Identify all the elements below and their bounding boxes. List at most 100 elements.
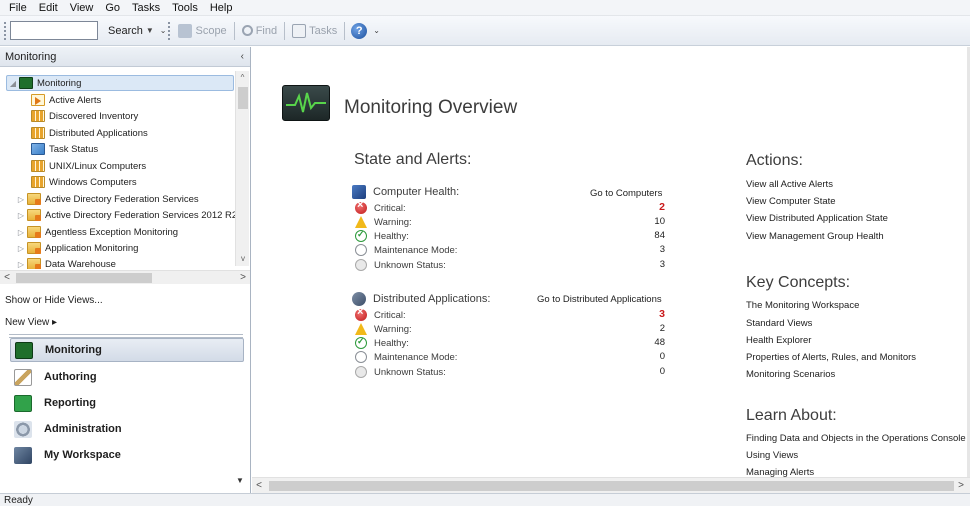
da-maintenance-count[interactable]: 0 [635,351,665,362]
da-critical-count[interactable]: 3 [635,308,665,320]
go-to-distributed-apps-link[interactable]: Go to Distributed Applications [537,294,662,305]
tree-item-active-alerts[interactable]: Active Alerts [19,92,101,108]
tree-expanded-icon[interactable]: ◢ [7,79,19,88]
menu-file[interactable]: File [3,0,33,16]
tree-collapsed-icon[interactable]: ▷ [15,244,27,253]
tree-item-adfs-2012-r2[interactable]: ▷ Active Directory Federation Services 2… [15,207,237,223]
computer-healthy-count[interactable]: 84 [635,230,665,241]
tree-item-distributed-applications[interactable]: Distributed Applications [19,125,148,141]
tree-collapsed-icon[interactable]: ▷ [15,228,27,237]
find-label: Find [255,24,278,37]
tree-item-discovered-inventory[interactable]: Discovered Inventory [19,108,138,124]
scroll-down-icon[interactable]: v [236,252,250,266]
tree-horizontal-scrollbar[interactable]: < > [0,270,250,284]
tree-item-monitoring[interactable]: ◢ Monitoring [6,75,234,91]
workspace-overflow-icon[interactable]: ▼ [236,476,244,485]
tree-item-windows-computers[interactable]: Windows Computers [19,174,137,190]
workspace-authoring-button[interactable]: Authoring [10,365,244,389]
view-links: Show or Hide Views... New View ▸ [5,295,103,339]
folder-icon [27,258,41,269]
action-link[interactable]: View all Active Alerts [746,179,833,190]
computer-maintenance-count[interactable]: 3 [635,244,665,255]
action-link[interactable]: View Management Group Health [746,231,884,242]
concept-link[interactable]: Properties of Alerts, Rules, and Monitor… [746,352,916,363]
menu-view[interactable]: View [64,0,100,16]
menu-go[interactable]: Go [99,0,126,16]
help-icon[interactable]: ? [351,22,368,39]
actions-heading: Actions: [746,152,803,169]
tree-item-adfs[interactable]: ▷ Active Directory Federation Services [15,191,199,207]
toolbar-grip[interactable] [4,21,7,40]
da-unknown-count[interactable]: 0 [635,366,665,377]
tree-collapsed-icon[interactable]: ▷ [15,260,27,269]
menu-tools[interactable]: Tools [166,0,204,16]
folder-icon [27,209,41,221]
tree-item-task-status[interactable]: Task Status [19,141,98,157]
menu-help[interactable]: Help [204,0,239,16]
tree-collapsed-icon[interactable]: ▷ [15,195,27,204]
tree-item-unix-linux-computers[interactable]: UNIX/Linux Computers [19,158,146,174]
tasks-button[interactable]: Tasks [288,21,341,41]
tree-item-label: Windows Computers [49,176,137,188]
tree-vertical-scrollbar[interactable]: ^ v [235,71,249,266]
scrollbar-thumb[interactable] [16,272,152,283]
tree-item-agentless-exception-monitoring[interactable]: ▷ Agentless Exception Monitoring [15,224,178,240]
search-input[interactable] [10,21,98,40]
go-to-computers-link[interactable]: Go to Computers [590,188,662,199]
workspace-monitoring-button[interactable]: Monitoring [10,338,244,362]
find-icon [241,25,253,36]
da-healthy-count[interactable]: 48 [635,337,665,348]
monitoring-overview-icon [282,85,330,121]
concept-link[interactable]: Standard Views [746,318,812,329]
collapse-pane-icon[interactable]: ‹ [241,51,244,62]
menu-edit[interactable]: Edit [33,0,64,16]
action-link[interactable]: View Computer State [746,196,836,207]
concept-link[interactable]: The Monitoring Workspace [746,300,859,311]
workspace-administration-button[interactable]: Administration [10,417,244,441]
tree-item-label: Discovered Inventory [49,110,139,122]
computer-critical-count[interactable]: 2 [635,201,665,213]
scope-button[interactable]: Scope [174,21,230,41]
toolbar-grip[interactable] [168,21,171,40]
da-warning-count[interactable]: 2 [635,323,665,334]
workspace-label: Authoring [44,371,97,383]
tree-item-application-monitoring[interactable]: ▷ Application Monitoring [15,240,138,256]
learn-link[interactable]: Using Views [746,450,798,461]
scrollbar-thumb[interactable] [269,480,954,491]
healthy-icon [355,229,367,242]
toolbar-overflow-icon[interactable]: ⌄ [373,26,380,35]
show-hide-views-link[interactable]: Show or Hide Views... [5,295,103,306]
scroll-up-icon[interactable]: ^ [236,71,249,85]
workspace-my-workspace-button[interactable]: My Workspace [10,443,244,467]
tree-item-label: Monitoring [37,77,82,89]
alert-view-icon [31,94,45,106]
unknown-status-icon [355,366,367,378]
toolbar-overflow-icon[interactable]: ⌄ [160,26,167,35]
monitor-icon [19,77,33,89]
concept-link[interactable]: Monitoring Scenarios [746,369,835,380]
tree-collapsed-icon[interactable]: ▷ [15,211,27,220]
main-horizontal-scrollbar[interactable]: < > [252,477,970,493]
scroll-right-icon[interactable]: > [236,272,250,283]
scroll-left-icon[interactable]: < [0,272,14,283]
state-view-icon [31,160,45,172]
computer-warning-count[interactable]: 10 [635,216,665,227]
workspace-reporting-button[interactable]: Reporting [10,391,244,415]
search-button[interactable]: Search ▼ [104,21,158,41]
menu-tasks[interactable]: Tasks [126,0,166,16]
concept-link[interactable]: Health Explorer [746,335,811,346]
workspace-label: Monitoring [45,344,102,356]
learn-link[interactable]: Finding Data and Objects in the Operatio… [746,433,966,444]
computer-unknown-count[interactable]: 3 [635,259,665,270]
tree-item-label: Active Directory Federation Services [45,193,199,205]
new-view-link[interactable]: New View ▸ [5,317,103,328]
scroll-left-icon[interactable]: < [252,480,266,491]
scrollbar-thumb[interactable] [238,87,248,109]
find-button[interactable]: Find [238,21,281,41]
tree-item-data-warehouse[interactable]: ▷ Data Warehouse [15,256,116,269]
status-row-unknown: Unknown Status: [355,259,446,271]
scroll-right-icon[interactable]: > [954,480,968,491]
action-link[interactable]: View Distributed Application State [746,213,888,224]
status-row-critical: Critical: [355,306,406,321]
navigation-pane-title: Monitoring [5,50,57,63]
